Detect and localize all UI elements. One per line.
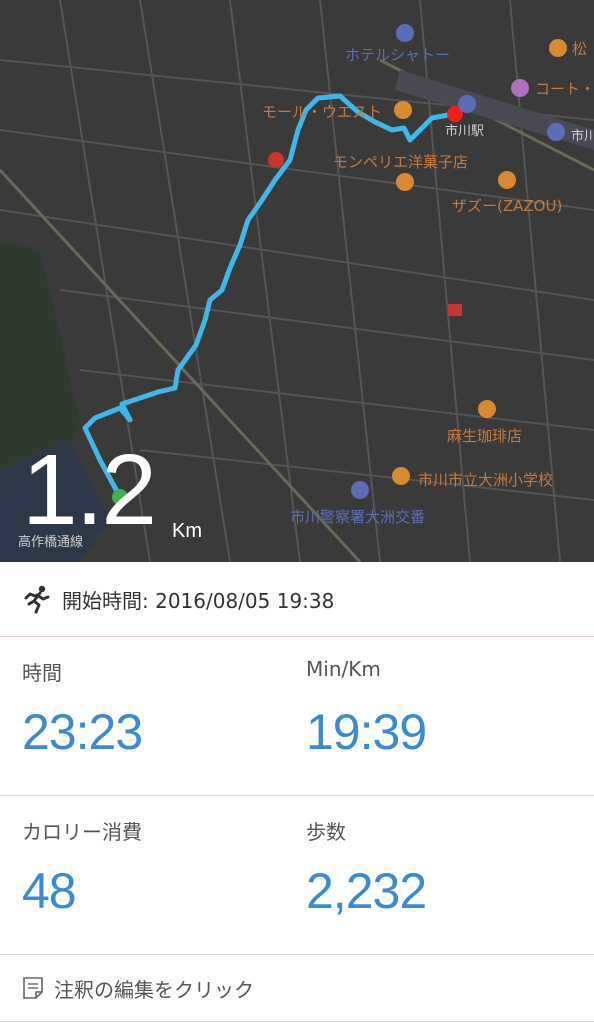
stats-row-2: カロリー消費 48 歩数 2,232 [0, 796, 594, 955]
start-time-label: 開始時間: 2016/08/05 19:38 [62, 588, 335, 613]
map-label-montpellier: モンペリエ洋菓子店 [333, 153, 469, 171]
cafe-icon [498, 171, 516, 189]
distance-value: 1.2 [22, 434, 157, 546]
map-label-asao: 麻生珈琲店 [447, 427, 523, 445]
police-icon [351, 481, 369, 499]
note-icon [23, 977, 43, 999]
map-label-hotel: ホテルシャトー [345, 46, 451, 64]
map-label-coat: コート・ [535, 80, 594, 98]
shop-icon [549, 39, 567, 57]
route-map[interactable]: ホテルシャトー 松 コート・ モール・ウエスト 市川駅 市川 モンペリエ洋菓子店… [0, 0, 594, 562]
start-time-row: 開始時間: 2016/08/05 19:38 [0, 562, 594, 637]
post-icon [268, 152, 284, 168]
stat-time-value: 23:23 [22, 704, 143, 760]
edit-note-label: 注釈の編集をクリック [54, 977, 254, 1002]
stat-calories-value: 48 [22, 863, 77, 919]
stats-row-1: 時間 23:23 Min/Km 19:39 [0, 637, 594, 796]
map-label-zazou: ザズー(ZAZOU) [452, 197, 563, 215]
coffee-icon [478, 400, 496, 418]
hotel-icon [396, 24, 414, 42]
stat-calories-label: カロリー消費 [22, 820, 142, 844]
distance-unit: Km [172, 520, 202, 542]
stat-steps-label: 歩数 [306, 820, 346, 844]
map-label-mall: モール・ウエスト [262, 103, 383, 121]
runner-icon [24, 585, 50, 614]
stats-grid: 時間 23:23 Min/Km 19:39 カロリー消費 48 歩数 2,232 [0, 637, 594, 955]
metro-icon [448, 304, 462, 316]
bakery-icon [396, 173, 414, 191]
map-label-matsu: 松 [572, 40, 588, 58]
map-label-police: 市川警察署大洲交番 [290, 508, 426, 526]
map-label-station: 市川駅 [445, 124, 485, 139]
map-label-ichika: 市川 [571, 129, 594, 144]
coat-icon [511, 79, 529, 97]
bus-icon [547, 123, 565, 141]
edit-note-button[interactable]: 注釈の編集をクリック [0, 955, 594, 1022]
mall-icon [394, 101, 412, 119]
map-label-school: 市川市立大洲小学校 [418, 471, 554, 489]
school-icon [392, 467, 410, 485]
train-icon [458, 95, 476, 113]
stat-steps-value: 2,232 [306, 863, 427, 919]
stat-pace-label: Min/Km [306, 657, 381, 681]
stat-pace-value: 19:39 [306, 704, 427, 760]
stat-time-label: 時間 [22, 661, 62, 685]
